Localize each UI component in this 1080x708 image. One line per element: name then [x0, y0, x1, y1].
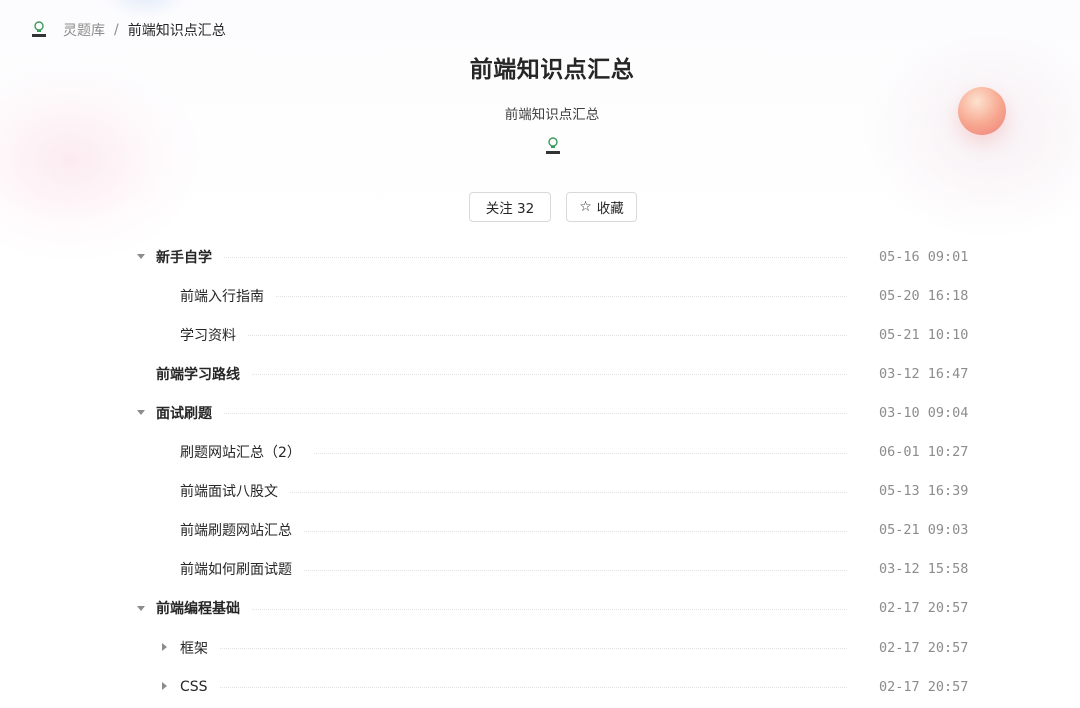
- page-title: 前端知识点汇总: [469, 57, 635, 83]
- tree-row[interactable]: 框架 02-17 20:57: [0, 628, 1080, 667]
- tree-row-timestamp: 05-21 09:03: [879, 522, 969, 539]
- tree-row[interactable]: CSS 02-17 20:57: [0, 667, 1080, 706]
- tree-row-label[interactable]: 刷题网站汇总（2）: [180, 442, 313, 462]
- caret-down-icon[interactable]: [137, 410, 145, 416]
- leader-line: [180, 648, 847, 649]
- tree-row-timestamp: 05-13 16:39: [879, 483, 969, 500]
- tree-row-label[interactable]: 前端刷题网站汇总: [180, 520, 304, 541]
- tree-row-label[interactable]: 学习资料: [180, 324, 248, 345]
- tree-row-timestamp: 05-21 10:10: [879, 326, 969, 343]
- leader-line: [156, 608, 847, 610]
- favorite-button[interactable]: ☆ 收藏: [566, 192, 637, 222]
- leader-line: [156, 257, 847, 258]
- breadcrumb: 灵题库 / 前端知识点汇总: [30, 18, 226, 42]
- tree-row[interactable]: 前端刷题网站汇总 05-21 09:03: [0, 511, 1080, 550]
- tree-row-timestamp: 05-20 16:18: [879, 287, 969, 304]
- leader-line: [156, 413, 847, 415]
- tree-row[interactable]: 新手自学 05-16 09:01: [0, 237, 1080, 276]
- tree-row-label[interactable]: 前端如何刷面试题: [180, 559, 304, 580]
- tree-row-label[interactable]: 框架: [180, 637, 220, 658]
- tree-row[interactable]: 前端入行指南 05-20 16:18: [0, 276, 1080, 315]
- lightbulb-logo-icon: [543, 136, 563, 158]
- follow-button[interactable]: 关注 32: [469, 192, 551, 222]
- tree-row-timestamp: 02-17 20:57: [879, 600, 969, 617]
- leader-line: [180, 687, 847, 689]
- tree-row-timestamp: 03-10 09:04: [879, 404, 969, 421]
- site-logo-icon[interactable]: [30, 20, 48, 40]
- tree-row[interactable]: 前端编程基础 02-17 20:57: [0, 589, 1080, 628]
- tree-row-label[interactable]: CSS: [180, 678, 220, 695]
- tree-row-timestamp: 02-17 20:57: [879, 678, 969, 695]
- tree-row-label[interactable]: 前端学习路线: [156, 363, 252, 384]
- tree-row-label[interactable]: 前端面试八股文: [180, 481, 290, 502]
- tree-row-timestamp: 03-12 15:58: [879, 561, 969, 578]
- caret-down-icon[interactable]: [137, 254, 145, 259]
- leader-line: [180, 335, 847, 337]
- breadcrumb-root-link[interactable]: 灵题库: [63, 20, 105, 40]
- breadcrumb-current: 前端知识点汇总: [127, 23, 226, 39]
- favorite-label: 收藏: [596, 201, 624, 217]
- page-description: 前端知识点汇总: [504, 107, 600, 123]
- tree-row[interactable]: 面试刷题 03-10 09:04: [0, 393, 1080, 432]
- tree-row[interactable]: 前端如何刷面试题 03-12 15:58: [0, 550, 1080, 589]
- page: 灵题库 / 前端知识点汇总 前端知识点汇总 前端知识点汇总 关注 32 ☆ 收藏…: [0, 0, 1080, 708]
- star-outline-icon: ☆: [579, 199, 592, 215]
- tree-row-label[interactable]: 面试刷题: [156, 402, 224, 423]
- caret-right-icon[interactable]: [162, 643, 167, 651]
- leader-line: [156, 374, 847, 376]
- tree-row-timestamp: 06-01 10:27: [879, 444, 969, 460]
- breadcrumb-separator: /: [114, 22, 119, 38]
- tree-row-timestamp: 05-16 09:01: [879, 248, 969, 265]
- tree-row[interactable]: 刷题网站汇总（2） 06-01 10:27: [0, 433, 1080, 472]
- tree-row-label[interactable]: 前端入行指南: [180, 285, 276, 306]
- action-bar: 关注 32 ☆ 收藏: [469, 192, 637, 222]
- tree-row-timestamp: 03-12 16:47: [879, 365, 969, 382]
- caret-right-icon[interactable]: [162, 682, 167, 691]
- tree-row-label[interactable]: 新手自学: [156, 246, 224, 267]
- tree-row[interactable]: 学习资料 05-21 10:10: [0, 315, 1080, 354]
- tree-row-timestamp: 02-17 20:57: [879, 639, 969, 656]
- tree-row-label[interactable]: 前端编程基础: [156, 598, 252, 619]
- leader-line: [180, 296, 847, 298]
- tree-row[interactable]: 前端面试八股文 05-13 16:39: [0, 472, 1080, 511]
- tree-row[interactable]: 前端学习路线 03-12 16:47: [0, 354, 1080, 393]
- caret-down-icon[interactable]: [137, 605, 145, 611]
